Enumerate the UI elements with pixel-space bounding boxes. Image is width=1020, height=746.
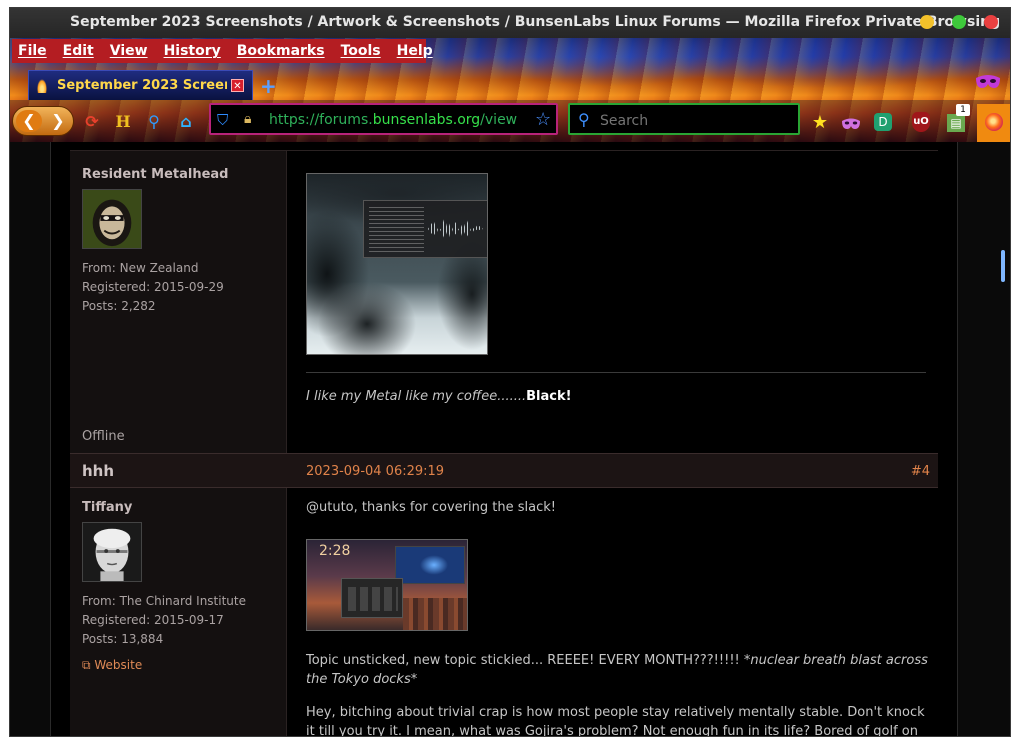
firefox-menu-button[interactable] — [977, 104, 1010, 142]
user-title: Tiffany — [82, 500, 133, 515]
zoom-icon[interactable]: ⚲ — [144, 112, 164, 132]
author-location: From: The Chinard Institute — [82, 594, 246, 608]
screenshot-thumbnail[interactable]: 2:28 — [306, 539, 468, 631]
menu-view[interactable]: View — [110, 43, 148, 59]
tab-active[interactable]: September 2023 Screens ✕ — [28, 70, 253, 100]
post-number-link[interactable]: #4 — [911, 464, 930, 479]
signature-italic: I like my Metal like my coffee....... — [306, 389, 527, 404]
post-paragraph: Hey, bitching about trivial crap is how … — [306, 705, 925, 737]
thumbnail-window — [395, 546, 465, 584]
tab-title: September 2023 Screens — [57, 78, 227, 93]
search-input[interactable] — [600, 113, 790, 129]
author-post-count: Posts: 13,884 — [82, 632, 164, 646]
thumbnail-terminal-window — [363, 200, 487, 258]
thumbnail-file-manager — [341, 578, 403, 618]
author-location: From: New Zealand — [82, 261, 199, 275]
tab-favicon-flame-icon — [37, 78, 47, 93]
tab-close-icon[interactable]: ✕ — [231, 79, 244, 92]
lock-icon[interactable]: 🔒︎ — [244, 111, 260, 129]
page-content: Resident Metalhead From: New Zealand Reg… — [10, 142, 1010, 737]
url-domain: bunsenlabs.org — [372, 112, 481, 128]
signature-bold: Black! — [526, 389, 572, 404]
menu-help[interactable]: Help — [397, 43, 433, 59]
private-mask-icon[interactable] — [840, 113, 862, 135]
bookmarks-star-icon[interactable]: ★ — [809, 112, 831, 134]
post-paragraph: Topic unsticked, new topic stickied... R… — [306, 651, 930, 689]
titlebar: September 2023 Screenshots / Artwork & S… — [10, 8, 1010, 38]
search-bar[interactable]: ⚲ — [568, 103, 800, 135]
browser-window: September 2023 Screenshots / Artwork & S… — [9, 7, 1011, 737]
reload-icon[interactable]: ⟳ — [82, 112, 102, 132]
menu-edit[interactable]: Edit — [63, 43, 94, 59]
minimize-button[interactable] — [920, 15, 934, 29]
external-link-icon: ⧉ — [82, 658, 95, 672]
website-label: Website — [94, 658, 143, 672]
navigation-toolbar: ❮ ❯ ⟳ H ⚲ ⌂ ⛉ 🔒︎ https://forums.bunsenla… — [10, 100, 1010, 142]
post-author-name[interactable]: hhh — [82, 462, 114, 480]
window-title: September 2023 Screenshots / Artwork & S… — [70, 14, 1001, 30]
menu-history[interactable]: History — [164, 43, 221, 59]
author-registered: Registered: 2015-09-17 — [82, 613, 224, 627]
menu-file[interactable]: File — [18, 43, 47, 59]
avatar[interactable] — [82, 522, 142, 582]
sync-icon[interactable]: ⌂ — [176, 112, 196, 132]
close-button[interactable] — [984, 15, 998, 29]
url-text[interactable]: https://forums.bunsenlabs.org/view — [269, 112, 525, 128]
post-paragraph: @ututo, thanks for covering the slack! — [306, 500, 556, 515]
post-paragraph-plain: Topic unsticked, new topic stickied... R… — [306, 653, 744, 668]
bookmark-star-icon[interactable]: ☆ — [535, 109, 551, 130]
back-forward-group: ❮ ❯ — [12, 106, 74, 136]
menu-tools[interactable]: Tools — [341, 43, 381, 59]
home-icon[interactable]: H — [113, 112, 133, 132]
url-path: /view — [480, 112, 518, 128]
menu-bookmarks[interactable]: Bookmarks — [237, 43, 325, 59]
scrollbar-thumb[interactable] — [1001, 250, 1005, 282]
extension-badge-icon[interactable]: ▤ — [947, 114, 965, 132]
avatar[interactable] — [82, 189, 142, 249]
post-author-panel: Resident Metalhead From: New Zealand Reg… — [70, 151, 287, 454]
online-status: Offline — [82, 429, 125, 444]
post-author-panel: Tiffany From: The Chinard Institute Regi… — [70, 488, 287, 736]
post-date-link[interactable]: 2023-09-04 06:29:19 — [306, 464, 444, 479]
author-post-count: Posts: 2,282 — [82, 299, 156, 313]
post: Resident Metalhead From: New Zealand Reg… — [70, 150, 938, 454]
signature: I like my Metal like my coffee.......Bla… — [306, 387, 930, 406]
maximize-button[interactable] — [952, 15, 966, 29]
author-registered: Registered: 2015-09-29 — [82, 280, 224, 294]
menubar: File Edit View History Bookmarks Tools H… — [12, 39, 433, 63]
url-prefix: https://forums. — [269, 112, 373, 128]
signature-divider — [306, 372, 926, 373]
firefox-icon — [985, 113, 1003, 131]
back-button[interactable]: ❮ — [16, 110, 42, 132]
post-header: hhh 2023-09-04 06:29:19 #4 — [70, 453, 938, 488]
thumbnail-text-lines — [369, 207, 424, 253]
ublock-icon[interactable]: uO — [912, 112, 930, 132]
url-bar[interactable]: ⛉ 🔒︎ https://forums.bunsenlabs.org/view … — [209, 103, 558, 135]
forward-button[interactable]: ❯ — [47, 110, 69, 132]
user-title: Resident Metalhead — [82, 167, 229, 182]
private-browsing-mask-icon — [976, 75, 1000, 88]
post: Tiffany From: The Chinard Institute Regi… — [70, 488, 938, 737]
search-icon: ⚲ — [578, 110, 590, 129]
thumbnail-cityscape — [403, 598, 467, 630]
new-tab-button[interactable]: + — [260, 74, 277, 98]
shield-icon[interactable]: ⛉ — [217, 111, 233, 129]
thumbnail-clock: 2:28 — [319, 543, 351, 559]
screenshot-thumbnail[interactable] — [306, 173, 488, 355]
website-link[interactable]: ⧉ Website — [82, 658, 142, 673]
thumbnail-waveform — [428, 217, 483, 239]
extension-icon[interactable]: D — [874, 113, 892, 131]
extension-badge-count: 1 — [956, 104, 970, 116]
